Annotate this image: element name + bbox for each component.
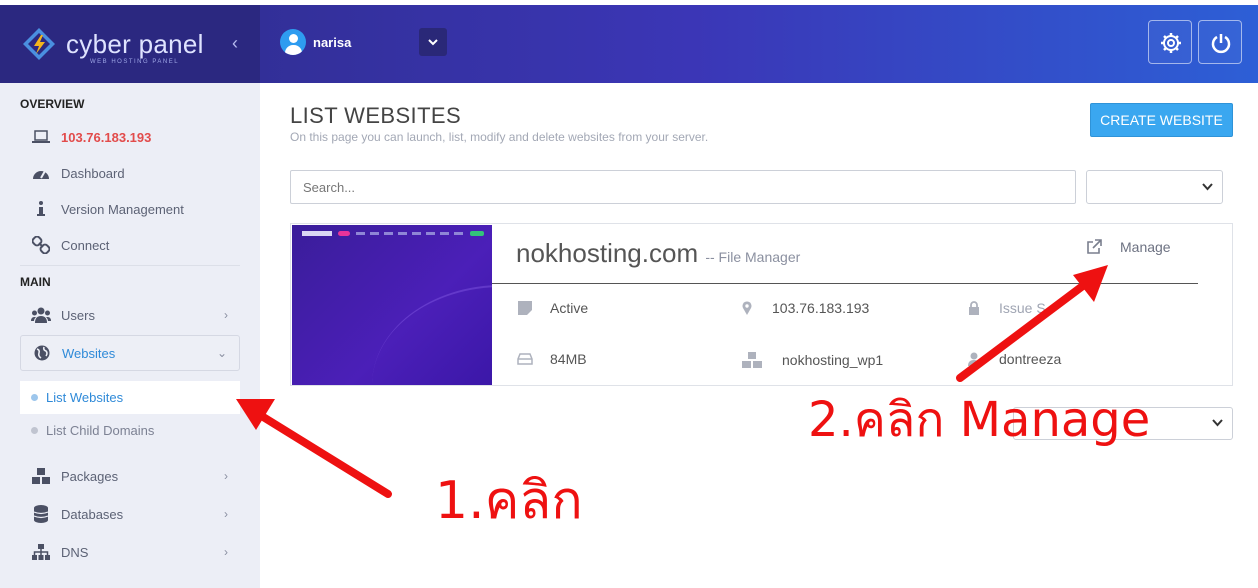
- arrow-2: [956, 265, 1108, 382]
- annotation-step-2: 2.คลิก Manage: [808, 392, 1151, 448]
- arrow-1: [236, 399, 392, 498]
- annotation-step-1: 1.คลิก: [435, 471, 583, 531]
- cyberpanel-window: cyber panel WEB HOSTING PANEL ‹ narisa O…: [0, 0, 1258, 588]
- annotation-arrows: [236, 265, 1108, 498]
